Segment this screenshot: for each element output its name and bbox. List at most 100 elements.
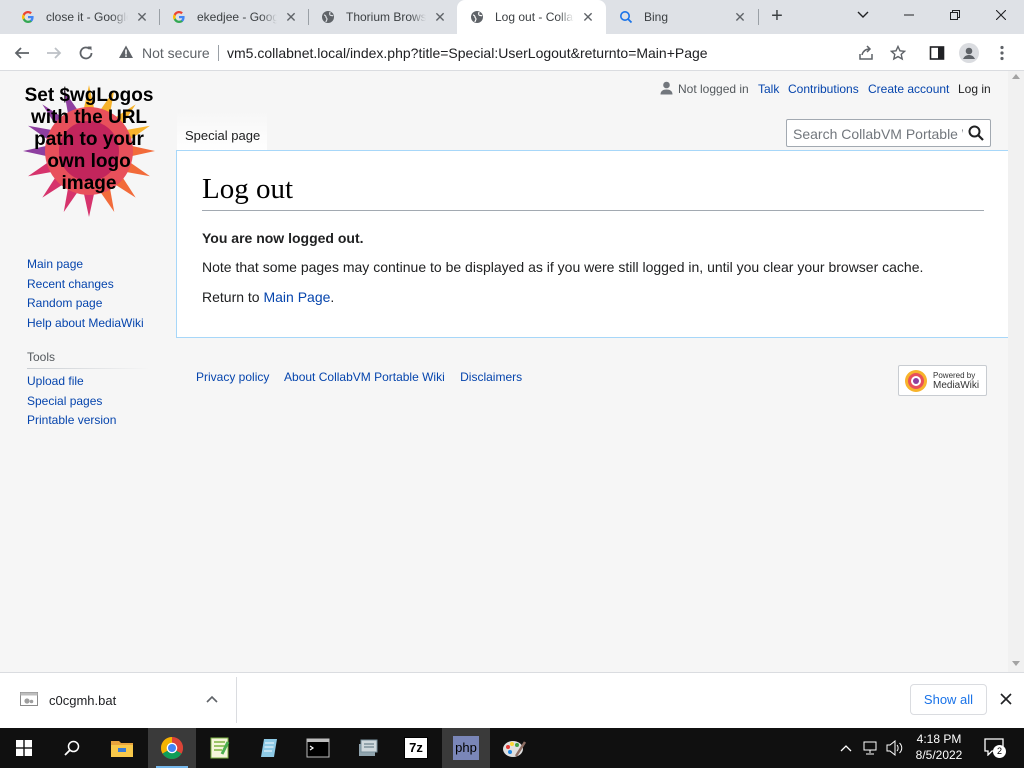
sidebar-item-upload-file[interactable]: Upload file (27, 372, 116, 392)
action-center-button[interactable]: 2 (984, 738, 1006, 758)
sidebar-item-recent-changes[interactable]: Recent changes (27, 275, 144, 295)
wiki-logo[interactable]: Set $wgLogos with the URL path to your o… (20, 83, 158, 219)
taskbar-php[interactable]: php (442, 728, 490, 768)
profile-button[interactable] (955, 39, 983, 67)
side-panel-button[interactable] (923, 39, 951, 67)
globe-icon (469, 9, 485, 25)
download-bar: c0cgmh.bat Show all (0, 672, 1024, 728)
tab-ekedjee[interactable]: ekedjee - Google ✕ (159, 0, 309, 34)
divider (218, 45, 219, 61)
taskbar-chrome[interactable] (148, 728, 196, 768)
powered-by-mediawiki-badge[interactable]: Powered by MediaWiki (898, 365, 987, 396)
disclaimers-link[interactable]: Disclaimers (460, 370, 522, 384)
warning-icon[interactable] (118, 44, 134, 60)
google-icon (171, 9, 187, 25)
tab-special-page[interactable]: Special page (177, 111, 267, 151)
vertical-scrollbar[interactable] (1008, 71, 1024, 672)
notification-count-badge: 2 (993, 745, 1006, 758)
close-icon[interactable]: ✕ (580, 9, 596, 25)
new-tab-button[interactable]: + (766, 6, 788, 28)
clock-time: 4:18 PM (916, 732, 962, 746)
sidebar-item-printable-version[interactable]: Printable version (27, 411, 116, 431)
window-close-button[interactable] (978, 0, 1024, 30)
registry-icon (359, 739, 378, 756)
notepad-plus-plus-icon (210, 737, 230, 759)
chevron-up-icon[interactable] (840, 743, 852, 753)
sidebar-item-special-pages[interactable]: Special pages (27, 392, 116, 412)
sidebar-item-main-page[interactable]: Main page (27, 255, 144, 275)
tab-thorium[interactable]: Thorium Browser ✕ (308, 0, 458, 34)
address-bar[interactable]: Not secure vm5.collabnet.local/index.php… (108, 38, 843, 67)
taskbar-search-button[interactable] (48, 728, 96, 768)
search-icon[interactable] (968, 125, 984, 141)
scroll-up-icon[interactable] (1012, 74, 1020, 79)
tab-bing[interactable]: Bing ✕ (606, 0, 758, 34)
reload-button[interactable] (72, 39, 100, 67)
start-button[interactable] (0, 728, 48, 768)
login-link[interactable]: Log in (958, 82, 991, 96)
sidebar-navigation: Main page Recent changes Random page Hel… (27, 255, 144, 333)
close-icon[interactable]: ✕ (732, 9, 748, 25)
close-icon[interactable]: ✕ (134, 9, 150, 25)
tab-title: Bing (644, 10, 669, 24)
browser-toolbar: Not secure vm5.collabnet.local/index.php… (0, 34, 1024, 71)
tab-label: Special page (185, 128, 261, 143)
back-button[interactable] (8, 39, 36, 67)
close-icon[interactable] (999, 692, 1013, 706)
restore-button[interactable] (932, 0, 978, 30)
create-account-link[interactable]: Create account (868, 82, 949, 96)
menu-button[interactable] (988, 39, 1016, 67)
kebab-menu-icon (1000, 45, 1004, 61)
forward-button[interactable] (40, 39, 68, 67)
security-label[interactable]: Not secure (142, 45, 210, 61)
bookmark-button[interactable] (884, 39, 912, 67)
taskbar-7zip[interactable]: 7z (392, 728, 440, 768)
side-panel-icon (929, 46, 945, 60)
network-icon[interactable] (863, 741, 879, 755)
main-page-return-link[interactable]: Main Page (263, 289, 330, 305)
clock-date: 8/5/2022 (915, 748, 963, 762)
tab-close-it[interactable]: close it - Google ✕ (8, 0, 160, 34)
taskbar-paint[interactable] (490, 728, 538, 768)
about-link[interactable]: About CollabVM Portable Wiki (284, 370, 445, 384)
sidebar-item-random-page[interactable]: Random page (27, 294, 144, 314)
scroll-down-icon[interactable] (1012, 661, 1020, 666)
taskbar-file-explorer[interactable] (98, 728, 146, 768)
windows-taskbar: 7z php 4:18 PM 8/5/2022 2 (0, 728, 1024, 768)
download-filename[interactable]: c0cgmh.bat (49, 693, 116, 708)
taskbar-terminal[interactable] (294, 728, 342, 768)
page-title: Log out (202, 173, 984, 211)
taskbar-notepad[interactable] (246, 728, 294, 768)
taskbar-registry-editor[interactable] (344, 728, 392, 768)
chevron-down-icon (857, 11, 869, 18)
file-explorer-icon (111, 741, 133, 757)
taskbar-notepad-plus-plus[interactable] (196, 728, 244, 768)
cache-note: Note that some pages may continue to be … (202, 259, 924, 275)
batch-file-icon (20, 692, 38, 706)
chevron-up-icon[interactable] (205, 693, 219, 707)
speaker-icon[interactable] (886, 740, 904, 756)
tab-search-button[interactable] (840, 0, 886, 30)
close-icon[interactable]: ✕ (283, 9, 299, 25)
close-icon (996, 10, 1006, 20)
system-clock[interactable]: 4:18 PM 8/5/2022 (912, 731, 966, 763)
7zip-icon: 7z (404, 737, 428, 759)
search-input[interactable]: Search CollabVM Portable Wiki (786, 119, 991, 147)
close-icon[interactable]: ✕ (432, 9, 448, 25)
google-icon (20, 9, 36, 25)
login-status: Not logged in (678, 82, 749, 96)
forward-arrow-icon (47, 47, 62, 59)
talk-link[interactable]: Talk (758, 82, 779, 96)
tab-log-out[interactable]: Log out - CollabVM Portable Wiki ✕ (457, 0, 606, 34)
url-text[interactable]: vm5.collabnet.local/index.php?title=Spec… (227, 45, 708, 61)
privacy-policy-link[interactable]: Privacy policy (196, 370, 269, 384)
wiki-page: Set $wgLogos with the URL path to your o… (0, 71, 1008, 672)
sidebar-item-help[interactable]: Help about MediaWiki (27, 314, 144, 334)
mediawiki-logo-icon (905, 370, 927, 392)
php-icon: php (453, 736, 479, 760)
tab-title: Thorium Browser (346, 10, 426, 24)
show-all-button[interactable]: Show all (910, 684, 987, 715)
contributions-link[interactable]: Contributions (788, 82, 859, 96)
share-button[interactable] (852, 39, 880, 67)
minimize-button[interactable] (886, 0, 932, 30)
